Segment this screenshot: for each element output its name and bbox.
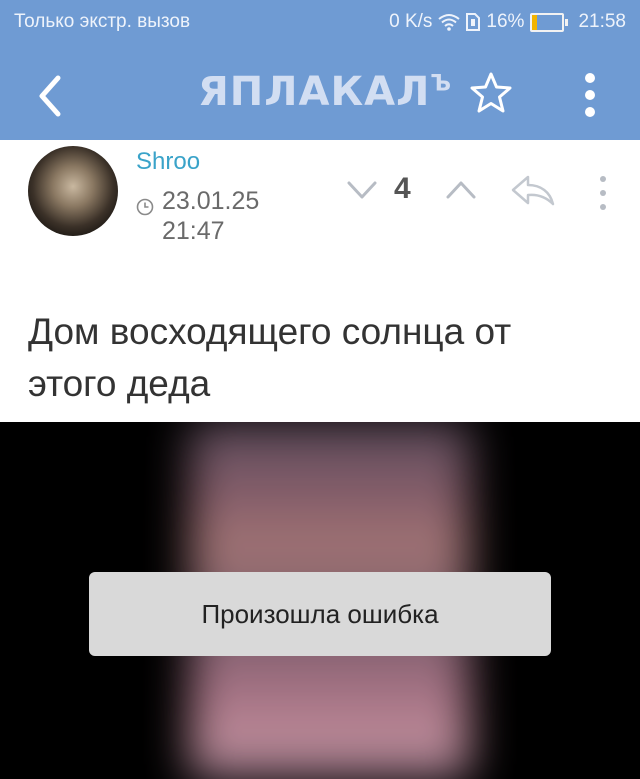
clock-icon — [136, 198, 154, 216]
error-toast: Произошла ошибка — [89, 572, 551, 656]
toolbar: ЯПЛАКАЛЪ — [0, 52, 640, 140]
post-score: 4 — [394, 172, 411, 205]
error-message: Произошла ошибка — [201, 598, 439, 629]
back-arrow-icon[interactable] — [30, 66, 70, 126]
logo-suffix: Ъ — [430, 71, 453, 97]
app-logo[interactable]: ЯПЛАКАЛЪ — [198, 69, 452, 115]
sim-icon — [466, 13, 481, 31]
status-right: 0 K/s 16% 21:58 — [389, 11, 626, 33]
post-time: 21:47 — [162, 217, 225, 240]
star-icon[interactable] — [468, 70, 514, 116]
logo-text: ЯПЛАКАЛ — [198, 69, 431, 115]
chevron-down-icon[interactable] — [345, 176, 379, 204]
carrier-text: Только экстр. вызов — [14, 11, 191, 32]
app-bar: Только экстр. вызов 0 K/s 16% 21:58 ЯПЛА… — [0, 0, 640, 140]
post-date: 23.01.25 — [162, 187, 260, 215]
wifi-icon — [438, 14, 461, 31]
clock-time: 21:58 — [578, 11, 626, 32]
post-title: Дом восходящего солнца от этого деда — [28, 311, 512, 404]
post-header: Shroo 23.01.25 21:47 4 — [0, 140, 640, 248]
author-name[interactable]: Shroo — [136, 148, 200, 176]
battery-icon — [530, 12, 565, 32]
reply-icon[interactable] — [510, 173, 556, 207]
post-datetime: 23.01.25 21:47 — [162, 186, 282, 240]
post-more-icon[interactable] — [596, 174, 610, 212]
battery-percent: 16% — [486, 11, 525, 32]
status-bar: Только экстр. вызов 0 K/s 16% 21:58 — [0, 0, 640, 44]
more-vertical-icon[interactable] — [578, 70, 602, 120]
avatar[interactable] — [28, 146, 118, 236]
chevron-up-icon[interactable] — [444, 176, 478, 204]
network-speed: 0 K/s — [389, 11, 433, 32]
